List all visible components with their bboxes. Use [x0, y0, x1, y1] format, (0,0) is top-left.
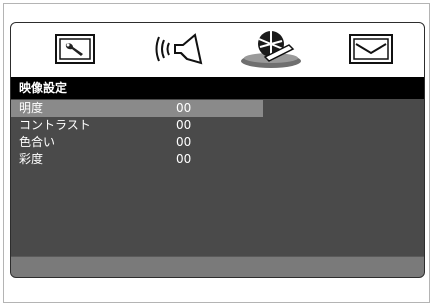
osd-menu: 映像設定 明度 00 コントラスト 00 色合い 00 彩度 00	[10, 22, 425, 278]
video-icon	[241, 31, 301, 68]
tab-bar	[11, 23, 424, 77]
status-bar	[11, 256, 424, 277]
setting-row-contrast[interactable]: コントラスト 00	[11, 117, 424, 134]
setting-label: 彩度	[19, 152, 44, 166]
settings-list: 明度 00 コントラスト 00 色合い 00 彩度 00	[11, 100, 424, 168]
audio-icon	[155, 33, 203, 65]
tab-system-setup[interactable]	[51, 27, 99, 71]
tab-preferences[interactable]	[345, 27, 397, 71]
system-setup-icon	[55, 34, 95, 64]
preferences-icon	[349, 34, 393, 64]
tab-video[interactable]	[239, 27, 303, 71]
setting-label: コントラスト	[19, 118, 91, 132]
setting-value: 00	[176, 135, 192, 149]
setting-value: 00	[176, 118, 192, 132]
setting-label: 色合い	[19, 135, 56, 149]
setting-row-brightness[interactable]: 明度 00	[11, 100, 263, 117]
setting-label: 明度	[19, 101, 44, 115]
setting-row-saturation[interactable]: 彩度 00	[11, 151, 424, 168]
setting-value: 00	[176, 101, 192, 115]
setting-row-hue[interactable]: 色合い 00	[11, 134, 424, 151]
setting-value: 00	[176, 152, 192, 166]
menu-title: 映像設定	[11, 77, 424, 99]
tab-audio[interactable]	[151, 27, 211, 71]
